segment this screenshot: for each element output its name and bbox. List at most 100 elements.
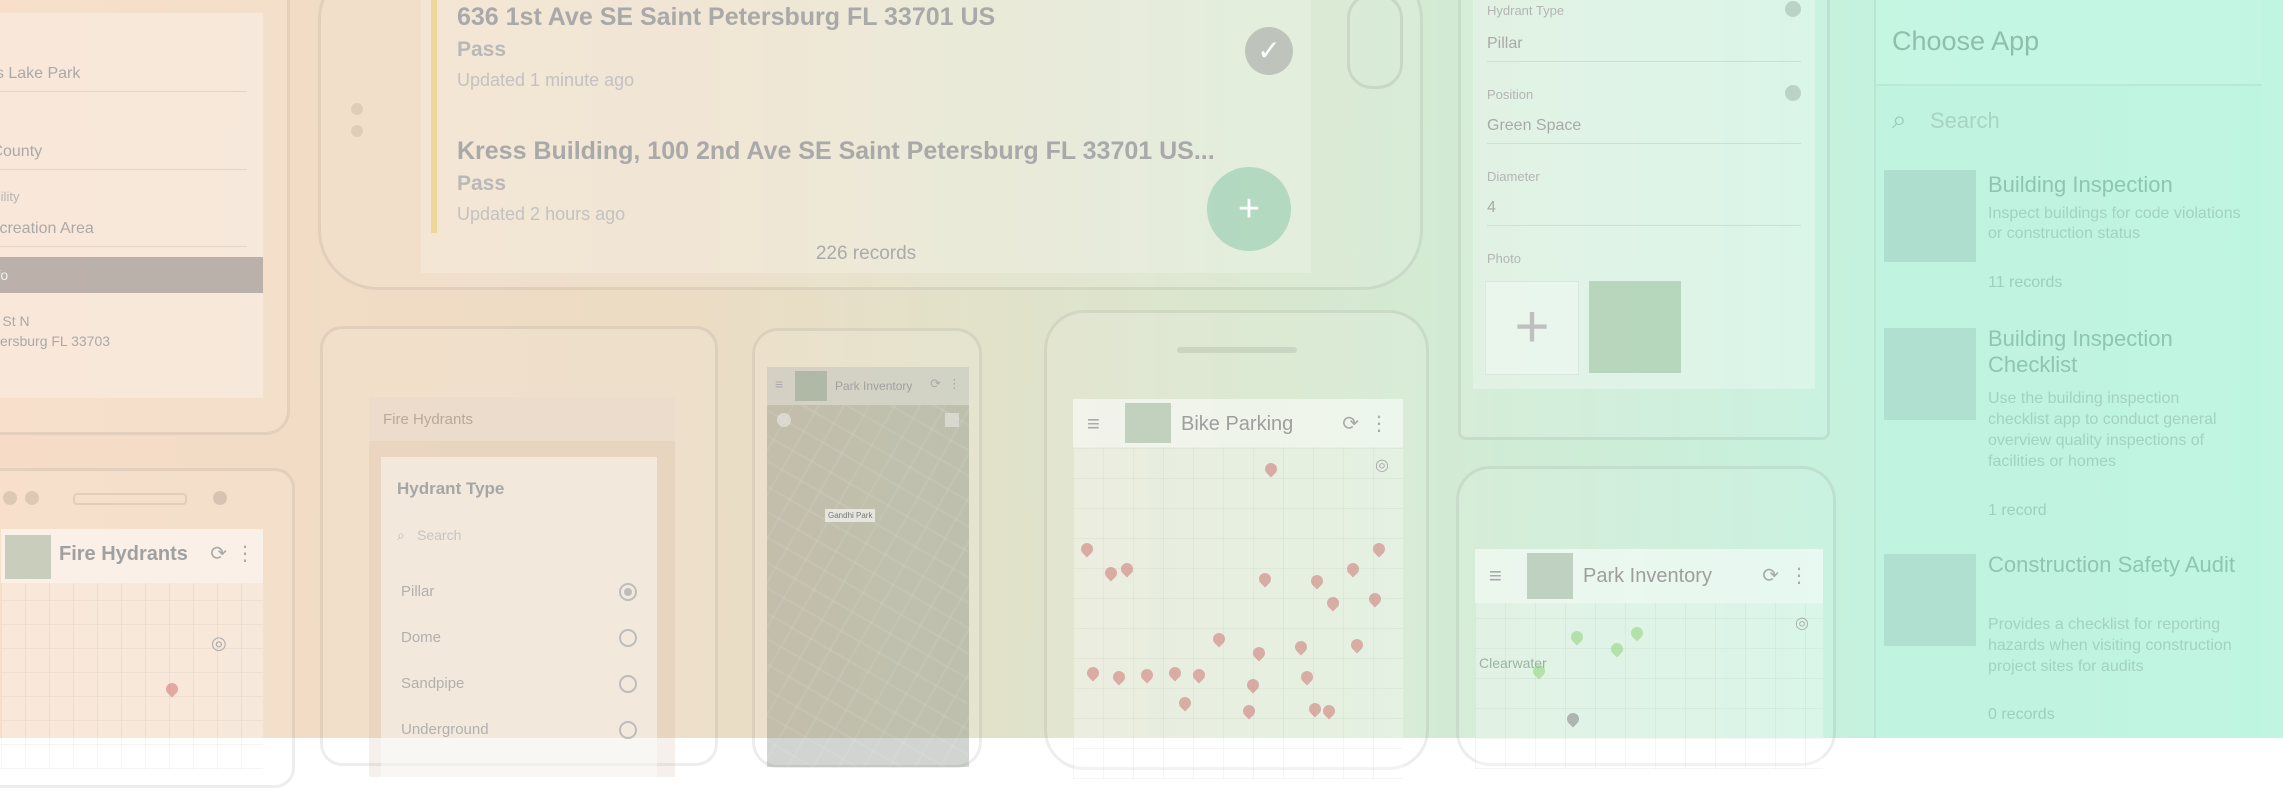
refresh-icon[interactable]: ⟳ <box>210 541 227 566</box>
section-header: t Info <box>0 257 263 293</box>
map-label: Gandhi Park <box>825 509 876 522</box>
radio-unselected[interactable] <box>619 675 637 693</box>
record-item[interactable]: Kress Building, 100 2nd Ave SE Saint Pet… <box>457 137 1257 225</box>
option-item[interactable]: Sandpipe <box>381 661 657 707</box>
add-photo-button[interactable]: + <box>1485 281 1579 375</box>
add-record-button[interactable]: + <box>1207 167 1291 251</box>
map-pin[interactable] <box>1298 668 1316 686</box>
map-pin[interactable] <box>1608 640 1626 658</box>
zoom-icon[interactable] <box>777 413 791 427</box>
field-label: Diameter <box>1487 169 1540 184</box>
option-item[interactable]: Dome <box>381 615 657 661</box>
map-pin[interactable] <box>1256 570 1274 588</box>
map-pin[interactable] <box>1308 572 1326 590</box>
map-pin[interactable] <box>1366 590 1384 608</box>
fire-hydrants-screen: Fire Hydrants ⟳ ⋮ ◎ <box>1 529 263 769</box>
app-record-count: 11 records <box>1988 274 2063 291</box>
map-pin[interactable] <box>1240 702 1258 720</box>
app-name: Building Inspection Checklist <box>1988 326 2173 377</box>
map-pin[interactable] <box>1348 636 1366 654</box>
choose-app-header: Choose App <box>1876 0 2262 86</box>
speaker-slot <box>1177 347 1297 353</box>
menu-icon[interactable]: ≡ <box>1087 411 1100 437</box>
app-name: Building Inspection <box>1988 172 2173 197</box>
map-area[interactable]: ◎ <box>1 583 263 769</box>
menu-icon[interactable]: ≡ <box>1489 563 1502 589</box>
option-item[interactable]: Pillar <box>381 569 657 615</box>
map-pin[interactable] <box>1190 666 1208 684</box>
app-item[interactable]: Construction Safety Audit Provides a che… <box>1884 552 2254 738</box>
menu-icon[interactable]: ≡ <box>775 376 783 392</box>
section-title: t Info <box>0 267 9 283</box>
field-value[interactable]: Recreation Area <box>0 220 94 238</box>
app-bar: Fire Hydrants <box>369 397 675 441</box>
dialog-search-input[interactable]: Search <box>417 527 461 543</box>
option-label: Sandpipe <box>401 675 465 692</box>
status-stripe <box>431 0 437 233</box>
field-value[interactable]: Pillar <box>1487 35 1523 53</box>
map-pin[interactable] <box>1250 644 1268 662</box>
map-pin[interactable] <box>1110 668 1128 686</box>
map-pin[interactable] <box>1370 540 1388 558</box>
location-icon[interactable]: ◎ <box>211 633 227 654</box>
app-item[interactable]: Building Inspection Inspect buildings fo… <box>1884 168 2254 298</box>
map-pin[interactable] <box>1564 710 1582 728</box>
radio-selected[interactable] <box>619 583 637 601</box>
map-pin[interactable] <box>1118 560 1136 578</box>
radio-unselected[interactable] <box>619 629 637 647</box>
record-item[interactable]: 636 1st Ave SE Saint Petersburg FL 33701… <box>457 3 1257 91</box>
home-button[interactable] <box>1347 0 1403 89</box>
satellite-map[interactable]: Gandhi Park <box>767 405 969 767</box>
layers-icon[interactable] <box>945 413 959 427</box>
fire-hydrants-device: Fire Hydrants ⟳ ⋮ ◎ <box>0 468 295 788</box>
app-title: Park Inventory <box>835 379 913 393</box>
info-icon[interactable] <box>1785 85 1801 101</box>
map-pin[interactable] <box>1078 540 1096 558</box>
info-icon[interactable] <box>1785 1 1801 17</box>
field-value[interactable]: ass Lake Park <box>0 65 80 83</box>
location-icon[interactable]: ◎ <box>1795 613 1809 633</box>
field-label: Facility <box>0 189 20 204</box>
more-icon[interactable]: ⋮ <box>235 541 255 566</box>
map-pin[interactable] <box>1320 702 1338 720</box>
search-input[interactable]: Search <box>1930 108 2000 134</box>
field-value[interactable]: s County <box>0 143 42 161</box>
location-icon[interactable]: ◎ <box>1375 455 1389 475</box>
more-icon[interactable]: ⋮ <box>1369 411 1389 436</box>
refresh-icon[interactable]: ⟳ <box>930 376 941 392</box>
map-pin[interactable] <box>1306 700 1324 718</box>
more-icon[interactable]: ⋮ <box>1789 563 1809 588</box>
refresh-icon[interactable]: ⟳ <box>1342 411 1359 436</box>
map-pin[interactable] <box>1138 666 1156 684</box>
map-pin[interactable] <box>1084 664 1102 682</box>
map-pin[interactable] <box>1102 564 1120 582</box>
app-thumbnail <box>795 371 827 401</box>
record-address: Kress Building, 100 2nd Ave SE Saint Pet… <box>457 137 1215 165</box>
refresh-icon[interactable]: ⟳ <box>1762 563 1779 588</box>
map-pin[interactable] <box>1628 624 1646 642</box>
top-phone: 636 1st Ave SE Saint Petersburg FL 33701… <box>318 0 1423 290</box>
photo-thumbnail[interactable] <box>1589 281 1681 373</box>
map-pin[interactable] <box>1292 638 1310 656</box>
record-updated: Updated 1 minute ago <box>457 70 635 90</box>
check-icon[interactable]: ✓ <box>1245 27 1293 75</box>
map-area[interactable]: Clearwater ◎ <box>1475 603 1823 769</box>
option-item[interactable]: Underground <box>381 707 657 753</box>
device-toolbar <box>3 491 253 505</box>
radio-unselected[interactable] <box>619 721 637 739</box>
map-area[interactable]: ◎ <box>1073 447 1403 779</box>
field-value[interactable]: 4 <box>1487 199 1496 217</box>
map-pin[interactable] <box>1262 460 1280 478</box>
map-pin[interactable] <box>1244 676 1262 694</box>
map-pin[interactable] <box>1210 630 1228 648</box>
more-icon[interactable]: ⋮ <box>948 376 961 392</box>
map-pin[interactable] <box>1176 694 1194 712</box>
map-pin[interactable] <box>1568 628 1586 646</box>
field-value[interactable]: Green Space <box>1487 117 1581 135</box>
app-item[interactable]: Building Inspection Checklist Use the bu… <box>1884 326 2254 526</box>
map-pin[interactable] <box>1344 560 1362 578</box>
bike-parking-screen: ≡ Bike Parking ⟳ ⋮ ◎ <box>1073 399 1403 779</box>
map-pin[interactable] <box>1166 664 1184 682</box>
map-pin[interactable] <box>163 680 181 698</box>
map-pin[interactable] <box>1324 594 1342 612</box>
